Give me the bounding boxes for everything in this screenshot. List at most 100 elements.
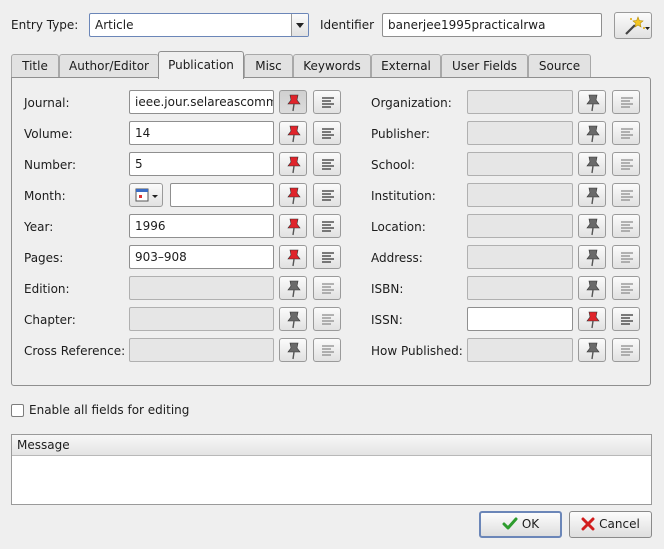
- location-source-button[interactable]: [612, 214, 640, 238]
- how-published-label: How Published:: [371, 344, 463, 358]
- how-published-source-button[interactable]: [612, 338, 640, 362]
- enable-all-checkbox[interactable]: [11, 404, 24, 417]
- edition-toggle-button[interactable]: [279, 276, 307, 300]
- chapter-source-button[interactable]: [313, 307, 341, 331]
- month-toggle-button[interactable]: [279, 183, 307, 207]
- isbn-toggle-button[interactable]: [578, 276, 606, 300]
- text-lines-icon: [621, 314, 633, 325]
- text-lines-icon: [322, 159, 334, 170]
- address-field: [467, 245, 573, 269]
- address-toggle-button[interactable]: [578, 245, 606, 269]
- edition-field: [129, 276, 274, 300]
- month-source-button[interactable]: [313, 183, 341, 207]
- month-field[interactable]: [170, 183, 274, 207]
- entry-type-dropdown-button[interactable]: [291, 14, 308, 36]
- tab-source[interactable]: Source: [528, 54, 591, 78]
- number-toggle-button[interactable]: [279, 152, 307, 176]
- text-lines-icon: [322, 128, 334, 139]
- year-field[interactable]: 1996: [129, 214, 274, 238]
- entry-type-combo[interactable]: Article: [89, 13, 309, 37]
- pushpin-icon: [586, 94, 600, 112]
- tab-author-editor[interactable]: Author/Editor: [59, 54, 159, 78]
- issn-source-button[interactable]: [612, 307, 640, 331]
- pushpin-icon: [586, 125, 600, 143]
- isbn-source-button[interactable]: [612, 276, 640, 300]
- school-source-button[interactable]: [612, 152, 640, 176]
- tab-keywords[interactable]: Keywords: [293, 54, 371, 78]
- tab-label: User Fields: [451, 59, 518, 73]
- pushpin-icon: [287, 94, 301, 112]
- text-lines-icon: [621, 97, 633, 108]
- tab-user-fields[interactable]: User Fields: [441, 54, 528, 78]
- tab-title[interactable]: Title: [11, 54, 59, 78]
- cross-reference-field: [129, 338, 274, 362]
- pages-source-button[interactable]: [313, 245, 341, 269]
- journal-source-button[interactable]: [313, 90, 341, 114]
- volume-source-button[interactable]: [313, 121, 341, 145]
- pages-toggle-button[interactable]: [279, 245, 307, 269]
- tab-label: External: [381, 59, 431, 73]
- issn-toggle-button[interactable]: [578, 307, 606, 331]
- text-lines-icon: [322, 190, 334, 201]
- publisher-toggle-button[interactable]: [578, 121, 606, 145]
- cancel-button[interactable]: Cancel: [569, 511, 652, 538]
- chapter-toggle-button[interactable]: [279, 307, 307, 331]
- volume-toggle-button[interactable]: [279, 121, 307, 145]
- address-label: Address:: [371, 251, 423, 265]
- journal-label: Journal:: [24, 96, 70, 110]
- institution-source-button[interactable]: [612, 183, 640, 207]
- journal-toggle-button[interactable]: [279, 90, 307, 114]
- identifier-label: Identifier: [320, 18, 375, 32]
- cross-reference-source-button[interactable]: [313, 338, 341, 362]
- tab-label: Author/Editor: [69, 59, 149, 73]
- chevron-down-icon: [645, 27, 650, 30]
- pushpin-icon: [287, 342, 301, 360]
- ok-button[interactable]: OK: [479, 511, 562, 538]
- pushpin-icon: [287, 187, 301, 205]
- cancel-label: Cancel: [599, 517, 640, 531]
- pushpin-icon: [287, 249, 301, 267]
- tab-external[interactable]: External: [371, 54, 441, 78]
- month-label: Month:: [24, 189, 66, 203]
- chapter-label: Chapter:: [24, 313, 76, 327]
- text-lines-icon: [322, 283, 334, 294]
- issn-label: ISSN:: [371, 313, 403, 327]
- chapter-field: [129, 307, 274, 331]
- text-lines-icon: [322, 345, 334, 356]
- institution-field: [467, 183, 573, 207]
- pushpin-icon: [586, 280, 600, 298]
- cross-reference-toggle-button[interactable]: [279, 338, 307, 362]
- year-source-button[interactable]: [313, 214, 341, 238]
- year-toggle-button[interactable]: [279, 214, 307, 238]
- publisher-source-button[interactable]: [612, 121, 640, 145]
- issn-field[interactable]: [467, 307, 573, 331]
- volume-field[interactable]: 14: [129, 121, 274, 145]
- chevron-down-icon: [296, 23, 304, 28]
- pages-label: Pages:: [24, 251, 64, 265]
- location-toggle-button[interactable]: [578, 214, 606, 238]
- organization-label: Organization:: [371, 96, 452, 110]
- how-published-toggle-button[interactable]: [578, 338, 606, 362]
- message-text: [12, 456, 651, 462]
- generate-identifier-button[interactable]: [614, 12, 652, 39]
- cancel-x-icon: [581, 517, 595, 530]
- number-field[interactable]: 5: [129, 152, 274, 176]
- pages-field[interactable]: 903–908: [129, 245, 274, 269]
- month-picker-button[interactable]: [129, 183, 163, 207]
- tab-misc[interactable]: Misc: [244, 54, 293, 78]
- tab-label: Misc: [255, 59, 282, 73]
- identifier-field[interactable]: banerjee1995practicalrwa: [382, 13, 602, 37]
- address-source-button[interactable]: [612, 245, 640, 269]
- number-source-button[interactable]: [313, 152, 341, 176]
- organization-field: [467, 90, 573, 114]
- journal-field[interactable]: ieee.jour.selareascomm: [129, 90, 274, 114]
- pushpin-icon: [586, 311, 600, 329]
- enable-all-label: Enable all fields for editing: [29, 403, 190, 417]
- institution-toggle-button[interactable]: [578, 183, 606, 207]
- edition-label: Edition:: [24, 282, 70, 296]
- edition-source-button[interactable]: [313, 276, 341, 300]
- organization-toggle-button[interactable]: [578, 90, 606, 114]
- tab-publication[interactable]: Publication: [158, 51, 244, 79]
- organization-source-button[interactable]: [612, 90, 640, 114]
- school-toggle-button[interactable]: [578, 152, 606, 176]
